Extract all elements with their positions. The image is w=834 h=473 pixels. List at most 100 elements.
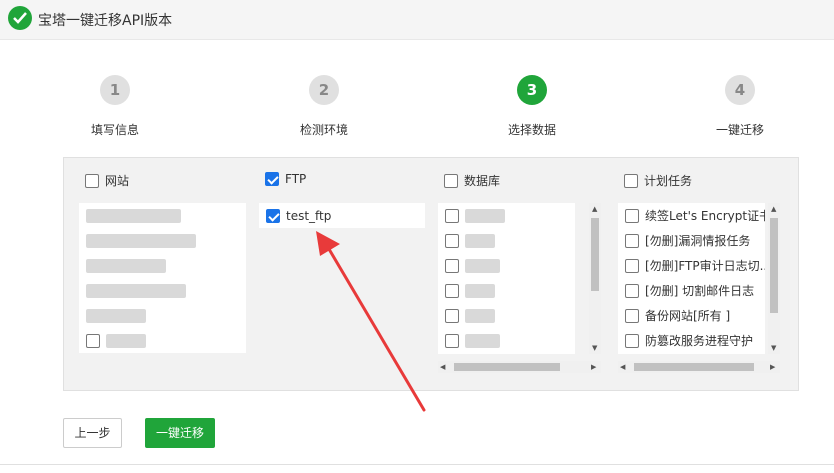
database-list[interactable] — [438, 203, 575, 354]
cron-item-label: [勿删]FTP审计日志切... — [645, 259, 765, 273]
step-1-label: 填写信息 — [90, 123, 139, 137]
database-vertical-scrollbar[interactable]: ▲ ▼ — [589, 203, 601, 354]
list-item[interactable] — [79, 328, 246, 353]
website-label: 网站 — [105, 174, 130, 188]
scrollbar-thumb[interactable] — [591, 218, 599, 291]
redacted-text — [465, 333, 500, 348]
cron-item-label: [勿删]漏洞情报任务 — [645, 234, 751, 248]
divider — [0, 464, 834, 465]
list-item-checkbox[interactable] — [445, 233, 459, 248]
list-item-checkbox[interactable] — [625, 258, 639, 273]
redacted-text — [465, 208, 505, 223]
one-click-migrate-button[interactable]: 一键迁移 — [145, 418, 215, 448]
list-item-checkbox[interactable] — [266, 208, 280, 223]
list-item[interactable] — [79, 278, 246, 303]
scroll-down-icon[interactable]: ▼ — [592, 344, 597, 352]
list-item[interactable] — [438, 328, 575, 353]
step-4-label: 一键迁移 — [715, 123, 764, 137]
scroll-right-icon[interactable]: ▶ — [591, 363, 596, 371]
list-item-checkbox[interactable] — [445, 308, 459, 323]
redacted-text — [465, 258, 500, 273]
step-3: 3 选择数据 — [472, 75, 592, 138]
scroll-down-icon[interactable]: ▼ — [771, 344, 776, 352]
list-item-checkbox[interactable] — [625, 283, 639, 298]
list-item[interactable] — [79, 203, 246, 228]
scroll-left-icon[interactable]: ◀ — [440, 363, 445, 371]
cron-checkbox[interactable] — [624, 173, 638, 188]
list-item[interactable]: 续签Let's Encrypt证书 — [618, 203, 765, 228]
database-label: 数据库 — [464, 174, 501, 188]
scrollbar-thumb[interactable] — [634, 363, 754, 371]
step-2-number: 2 — [309, 75, 339, 105]
list-item[interactable] — [438, 253, 575, 278]
list-item[interactable]: test_ftp — [259, 203, 425, 228]
list-item[interactable] — [79, 228, 246, 253]
redacted-text — [86, 258, 166, 273]
step-4: 4 一键迁移 — [680, 75, 800, 138]
ftp-item-label: test_ftp — [286, 208, 332, 223]
list-item[interactable] — [438, 303, 575, 328]
scroll-up-icon[interactable]: ▲ — [771, 205, 776, 213]
ftp-select-all[interactable]: FTP — [265, 172, 306, 186]
list-item[interactable] — [79, 253, 246, 278]
redacted-text — [86, 283, 186, 298]
scrollbar-thumb[interactable] — [770, 218, 778, 313]
scrollbar-thumb[interactable] — [454, 363, 560, 371]
cron-item-label: 防篡改服务进程守护 — [645, 334, 754, 348]
list-item[interactable]: 备份网站[所有 ] — [618, 303, 765, 328]
list-item-checkbox[interactable] — [625, 333, 639, 348]
database-select-all[interactable]: 数据库 — [444, 172, 500, 189]
scroll-left-icon[interactable]: ◀ — [620, 363, 625, 371]
prev-step-button[interactable]: 上一步 — [63, 418, 122, 448]
list-item[interactable]: 防篡改服务进程守护 — [618, 328, 765, 353]
cron-vertical-scrollbar[interactable]: ▲ ▼ — [768, 203, 780, 354]
cron-item-label: 续签Let's Encrypt证书 — [645, 209, 765, 223]
scroll-right-icon[interactable]: ▶ — [770, 363, 775, 371]
step-1-number: 1 — [100, 75, 130, 105]
step-3-number: 3 — [517, 75, 547, 105]
redacted-text — [106, 333, 146, 348]
list-item-checkbox[interactable] — [86, 333, 100, 348]
list-item[interactable] — [438, 203, 575, 228]
cron-item-label: [勿删] 切割邮件日志 — [645, 284, 755, 298]
cron-horizontal-scrollbar[interactable]: ◀ ▶ — [618, 361, 780, 373]
list-item[interactable] — [438, 228, 575, 253]
database-checkbox[interactable] — [444, 173, 458, 188]
database-horizontal-scrollbar[interactable]: ◀ ▶ — [438, 361, 601, 373]
step-1: 1 填写信息 — [55, 75, 175, 138]
list-item-checkbox[interactable] — [625, 233, 639, 248]
list-item[interactable]: [勿删] 切割邮件日志 — [618, 278, 765, 303]
list-item[interactable] — [438, 278, 575, 303]
cron-list[interactable]: 续签Let's Encrypt证书 [勿删]漏洞情报任务 [勿删]FTP审计日志… — [618, 203, 765, 354]
cron-item-label: 备份网站[所有 ] — [645, 309, 731, 323]
website-checkbox[interactable] — [85, 173, 99, 188]
redacted-text — [465, 308, 495, 323]
website-list[interactable] — [79, 203, 246, 353]
list-item-checkbox[interactable] — [445, 283, 459, 298]
cron-label: 计划任务 — [644, 174, 693, 188]
list-item[interactable]: [勿删]FTP审计日志切... — [618, 253, 765, 278]
cron-select-all[interactable]: 计划任务 — [624, 172, 692, 189]
redacted-text — [86, 233, 196, 248]
step-2-label: 检测环境 — [299, 123, 348, 137]
list-item-checkbox[interactable] — [625, 208, 639, 223]
ftp-list[interactable]: test_ftp — [259, 203, 425, 228]
app-title: 宝塔一键迁移API版本 — [38, 13, 173, 29]
step-4-number: 4 — [725, 75, 755, 105]
list-item-checkbox[interactable] — [445, 208, 459, 223]
redacted-text — [465, 233, 495, 248]
list-item-checkbox[interactable] — [625, 308, 639, 323]
website-select-all[interactable]: 网站 — [85, 172, 129, 189]
list-item[interactable]: [勿删]漏洞情报任务 — [618, 228, 765, 253]
redacted-text — [86, 308, 146, 323]
ftp-checkbox[interactable] — [265, 172, 279, 186]
list-item[interactable] — [79, 303, 246, 328]
app-header: 宝塔一键迁移API版本 — [0, 0, 834, 40]
redacted-text — [465, 283, 495, 298]
scroll-up-icon[interactable]: ▲ — [592, 205, 597, 213]
check-logo-icon — [8, 6, 32, 30]
step-3-label: 选择数据 — [507, 123, 556, 137]
list-item-checkbox[interactable] — [445, 333, 459, 348]
redacted-text — [86, 208, 181, 223]
list-item-checkbox[interactable] — [445, 258, 459, 273]
